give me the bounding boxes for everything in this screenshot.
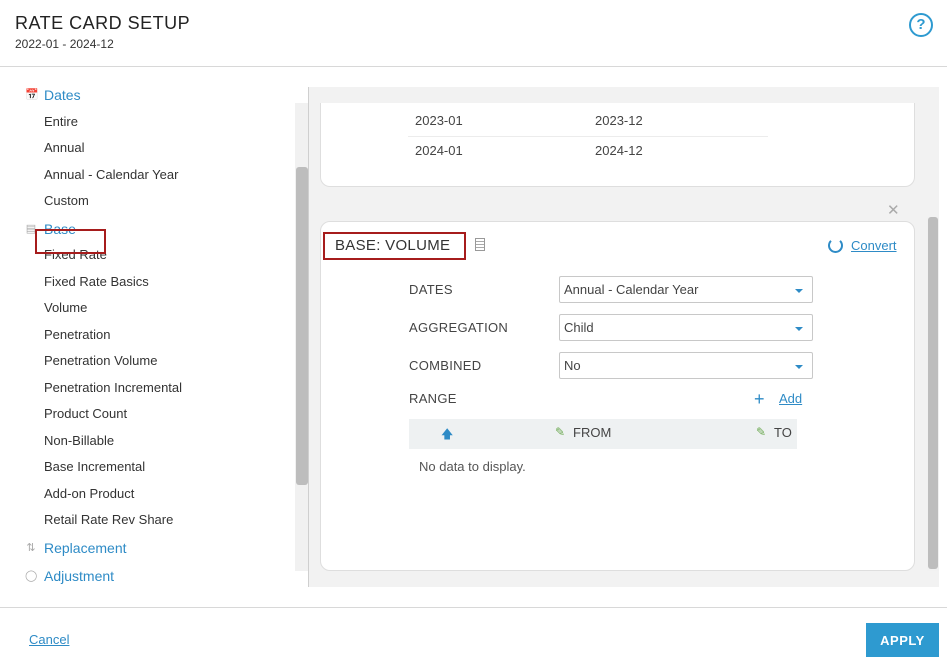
no-data-message: No data to display. [419, 459, 526, 474]
selected-item-highlight [35, 229, 106, 254]
close-icon[interactable]: ✕ [887, 201, 900, 219]
combined-field-label: COMBINED [409, 358, 482, 373]
sidebar-item-base-incremental[interactable]: Base Incremental [44, 459, 145, 474]
apply-button[interactable]: APPLY [866, 623, 939, 657]
sidebar-item-custom[interactable]: Custom [44, 193, 89, 208]
dates-row-to: 2024-12 [595, 143, 643, 158]
dates-select[interactable]: Annual - Calendar Year [559, 276, 813, 303]
caret-down-icon [795, 327, 803, 331]
sidebar-item-penetration-incremental[interactable]: Penetration Incremental [44, 380, 182, 395]
dates-row-to: 2023-12 [595, 113, 643, 128]
main-scrollbar-thumb[interactable] [928, 217, 938, 569]
combined-select[interactable]: No [559, 352, 813, 379]
help-icon[interactable]: ? [909, 13, 933, 37]
sidebar-item-annual[interactable]: Annual [44, 140, 84, 155]
row-divider [408, 136, 768, 137]
sort-up-icon[interactable]: 🡅 [441, 425, 453, 446]
add-range-link[interactable]: Add [779, 391, 802, 406]
sidebar-item-entire[interactable]: Entire [44, 114, 78, 129]
swap-icon: ⇅ [26, 542, 36, 554]
sidebar-item-penetration[interactable]: Penetration [44, 327, 111, 342]
base-card-title: BASE: VOLUME [335, 237, 451, 254]
dates-field-label: DATES [409, 282, 453, 297]
column-header-from[interactable]: FROM [573, 425, 611, 440]
sidebar-group-label: Dates [44, 87, 81, 103]
sidebar-scrollbar-thumb[interactable] [296, 167, 308, 485]
calendar-icon: 📅 [25, 89, 39, 101]
pencil-icon: ✎ [756, 425, 767, 439]
dates-select-value: Annual - Calendar Year [564, 282, 699, 297]
sidebar-item-retail-rate-rev-share[interactable]: Retail Rate Rev Share [44, 512, 173, 527]
cancel-link[interactable]: Cancel [29, 632, 69, 647]
sidebar-item-product-count[interactable]: Product Count [44, 406, 127, 421]
sidebar-group-dates[interactable]: 📅 Dates [25, 87, 81, 103]
dialog-header: RATE CARD SETUP 2022-01 - 2024-12 ? [0, 0, 947, 67]
plus-icon[interactable]: + [754, 390, 765, 408]
caret-down-icon [795, 365, 803, 369]
sidebar-item-penetration-volume[interactable]: Penetration Volume [44, 353, 157, 368]
sidebar-item-fixed-rate-basics[interactable]: Fixed Rate Basics [44, 274, 149, 289]
caret-down-icon [795, 289, 803, 293]
aggregation-select-value: Child [564, 320, 594, 335]
dates-row-from: 2023-01 [415, 113, 463, 128]
refresh-icon[interactable] [828, 238, 843, 253]
dialog-footer [0, 607, 947, 668]
document-icon[interactable] [475, 238, 485, 251]
combined-select-value: No [564, 358, 581, 373]
sidebar-item-volume[interactable]: Volume [44, 300, 87, 315]
date-range-subtitle: 2022-01 - 2024-12 [15, 37, 114, 51]
convert-link[interactable]: Convert [851, 238, 897, 253]
sidebar-item-annual-calendar-year[interactable]: Annual - Calendar Year [44, 167, 178, 182]
dialog-title: RATE CARD SETUP [15, 13, 191, 33]
sidebar-group-adjustment[interactable]: ◯ Adjustment [25, 568, 114, 584]
pencil-icon: ✎ [555, 425, 566, 439]
sidebar-item-non-billable[interactable]: Non-Billable [44, 433, 114, 448]
sidebar-item-add-on-product[interactable]: Add-on Product [44, 486, 134, 501]
range-label: RANGE [409, 391, 457, 406]
sidebar-group-label: Replacement [44, 540, 127, 556]
aggregation-field-label: AGGREGATION [409, 320, 509, 335]
dates-row-from: 2024-01 [415, 143, 463, 158]
sidebar-group-label: Adjustment [44, 568, 115, 584]
aggregation-select[interactable]: Child [559, 314, 813, 341]
sidebar-group-replacement[interactable]: ⇅ Replacement [25, 540, 127, 556]
column-header-to[interactable]: TO [774, 425, 792, 440]
shield-icon: ◯ [25, 570, 38, 582]
